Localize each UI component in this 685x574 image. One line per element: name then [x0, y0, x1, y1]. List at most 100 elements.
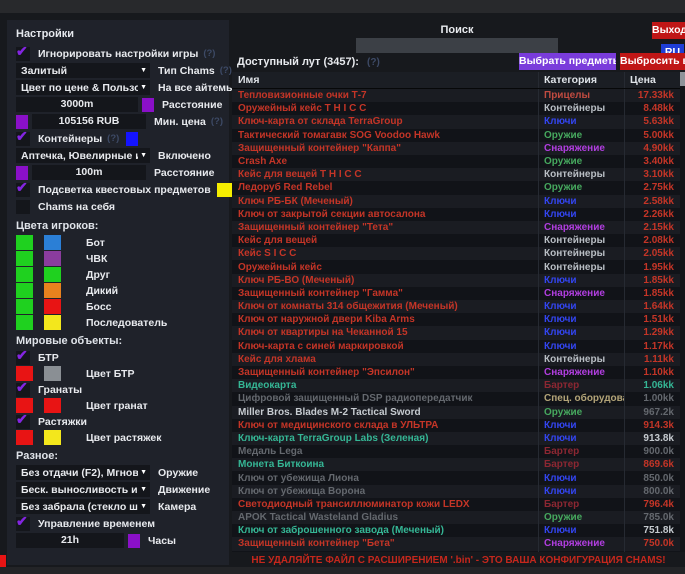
grenade-color-row: Цвет гранат — [16, 398, 223, 413]
table-row[interactable]: Кейс для вещейКонтейнеры2.08kk — [232, 234, 680, 247]
table-row[interactable]: Цифровой защищенный DSP радиопередатчикС… — [232, 392, 680, 405]
table-row[interactable]: Crash AxeОружие3.40kk — [232, 155, 680, 168]
column-header-category[interactable]: Категория — [538, 72, 624, 88]
chams-self-checkbox[interactable] — [16, 200, 30, 214]
grenade-color-swatch-2[interactable] — [44, 398, 61, 413]
btr-color-swatch-2[interactable] — [44, 366, 61, 381]
table-row[interactable]: APOK Tactical Wasteland GladiusОружие785… — [232, 511, 680, 524]
help-icon[interactable]: (?) — [107, 133, 119, 144]
item-price: 1.64kk — [624, 300, 680, 313]
exit-button[interactable]: Выход — [652, 22, 685, 39]
table-row[interactable]: Оружейный кейсКонтейнеры1.95kk — [232, 260, 680, 273]
quest-highlight-color-swatch[interactable] — [217, 183, 232, 197]
table-row[interactable]: Оружейный кейс T H I C CКонтейнеры8.48kk — [232, 102, 680, 115]
table-row[interactable]: Ключ-карта TerraGroup Labs (Зеленая)Ключ… — [232, 432, 680, 445]
item-category: Бартер — [538, 458, 624, 471]
camera-dropdown[interactable]: Без забрала (стекло шлема) ▼ — [16, 499, 150, 514]
table-row[interactable]: Ключ РБ-ВО (Меченый)Ключи1.85kk — [232, 274, 680, 287]
select-kappa-items-button[interactable]: Выбрать предметы каппа — [519, 53, 616, 70]
table-row[interactable]: Защищенный контейнер "Каппа"Снаряжение4.… — [232, 142, 680, 155]
weapon-dropdown[interactable]: Без отдачи (F2), Мгновенное п ▼ — [16, 465, 150, 480]
table-row[interactable]: Ключ от убежища ЛионаКлючи850.0k — [232, 471, 680, 484]
distance-input[interactable]: 3000m — [16, 97, 138, 112]
quest-highlight-row: Подсветка квестовых предметов — [16, 182, 223, 197]
drop-all-button[interactable]: Выбросить все — [620, 53, 685, 70]
table-row[interactable]: Защищенный контейнер "Тета"Снаряжение2.1… — [232, 221, 680, 234]
table-row[interactable]: ВидеокартаБартер1.06kk — [232, 379, 680, 392]
container-distance-color-swatch[interactable] — [16, 166, 28, 180]
item-name: Crash Axe — [232, 155, 538, 168]
table-row[interactable]: Ключ от закрытой секции автосалонаКлючи2… — [232, 208, 680, 221]
table-row[interactable]: Ключ от заброшенного завода (Меченый)Клю… — [232, 524, 680, 537]
table-row[interactable]: Медаль LegaБартер900.0k — [232, 445, 680, 458]
item-name: Защищенный контейнер "Гамма" — [232, 287, 538, 300]
player-color-swatch-1[interactable] — [16, 283, 33, 298]
chams-type-dropdown[interactable]: Залитый ▼ — [16, 63, 150, 78]
grenades-checkbox[interactable] — [16, 383, 30, 397]
column-header-name[interactable]: Имя — [232, 72, 538, 88]
player-color-swatch-2[interactable] — [44, 299, 61, 314]
table-row[interactable]: Ключ РБ-БК (Меченый)Ключи2.58kk — [232, 195, 680, 208]
player-color-swatch-2[interactable] — [44, 235, 61, 250]
search-input[interactable] — [356, 38, 558, 53]
containers-color-swatch[interactable] — [126, 132, 138, 146]
table-row[interactable]: Ключ от наружной двери Kiba ArmsКлючи1.5… — [232, 313, 680, 326]
container-filter-dropdown[interactable]: Аптечка, Ювелирные и... ▼ — [16, 148, 150, 163]
table-row[interactable]: Ключ от убежища ВоронаКлючи800.0k — [232, 485, 680, 498]
table-row[interactable]: Miller Bros. Blades M-2 Tactical SwordОр… — [232, 406, 680, 419]
table-row[interactable]: Защищенный контейнер "Гамма"Снаряжение1.… — [232, 287, 680, 300]
help-icon[interactable]: (?) — [367, 57, 380, 68]
table-row[interactable]: Кейс S I C CКонтейнеры2.05kk — [232, 247, 680, 260]
table-row[interactable]: Ледоруб Red RebelОружие2.75kk — [232, 181, 680, 194]
player-color-swatch-2[interactable] — [44, 283, 61, 298]
table-row[interactable]: Ключ-картаКлючи750.0k — [232, 551, 680, 552]
tripwire-color-swatch-2[interactable] — [44, 430, 61, 445]
table-row[interactable]: Светодиодный трансиллюминатор кожи LEDXБ… — [232, 498, 680, 511]
help-icon[interactable]: (?) — [220, 65, 232, 76]
table-row[interactable]: Ключ от медицинского склада в УЛЬТРАКлюч… — [232, 419, 680, 432]
table-row[interactable]: Тактический томагавк SOG Voodoo HawkОруж… — [232, 129, 680, 142]
column-header-price[interactable]: Цена — [624, 72, 680, 88]
scrollbar-thumb[interactable] — [680, 72, 685, 86]
item-name: Ключ РБ-БК (Меченый) — [232, 195, 538, 208]
table-row[interactable]: Кейс для вещей T H I C CКонтейнеры3.10kk — [232, 168, 680, 181]
player-color-swatch-2[interactable] — [44, 267, 61, 282]
hours-color-swatch[interactable] — [128, 534, 140, 548]
min-price-input[interactable]: 105156 RUB — [32, 114, 146, 129]
table-row[interactable]: Защищенный контейнер "Бета"Снаряжение750… — [232, 537, 680, 550]
table-row[interactable]: Тепловизионные очки Т-7Прицелы17.33kk — [232, 89, 680, 102]
table-row[interactable]: Защищенный контейнер "Эпсилон"Снаряжение… — [232, 366, 680, 379]
table-row[interactable]: Ключ-карта от склада TerraGroupКлючи5.63… — [232, 115, 680, 128]
container-distance-input[interactable]: 100m — [32, 165, 146, 180]
time-control-checkbox[interactable] — [16, 517, 30, 531]
help-icon[interactable]: (?) — [203, 48, 215, 59]
distance-color-swatch[interactable] — [142, 98, 154, 112]
tripwire-color-swatch-1[interactable] — [16, 430, 33, 445]
color-mode-dropdown[interactable]: Цвет по цене & Пользователь ▼ — [16, 80, 150, 95]
tripwires-checkbox[interactable] — [16, 415, 30, 429]
table-row[interactable]: Кейс для хламаКонтейнеры1.11kk — [232, 353, 680, 366]
item-name: Ключ от комнаты 314 общежития (Меченый) — [232, 300, 538, 313]
chevron-down-icon: ▼ — [140, 503, 147, 510]
table-scrollbar[interactable] — [680, 72, 685, 552]
player-color-swatch-2[interactable] — [44, 315, 61, 330]
player-color-swatch-1[interactable] — [16, 235, 33, 250]
min-price-color-swatch[interactable] — [16, 115, 28, 129]
containers-checkbox[interactable] — [16, 132, 30, 146]
player-color-swatch-1[interactable] — [16, 299, 33, 314]
table-row[interactable]: Ключ от комнаты 314 общежития (Меченый)К… — [232, 300, 680, 313]
item-price: 1.95kk — [624, 260, 680, 273]
player-color-swatch-1[interactable] — [16, 251, 33, 266]
table-row[interactable]: Монета БиткоинаБартер869.6k — [232, 458, 680, 471]
hours-input[interactable]: 21h — [16, 533, 124, 548]
player-color-swatch-1[interactable] — [16, 315, 33, 330]
table-row[interactable]: Ключ-карта с синей маркировкойКлючи1.17k… — [232, 340, 680, 353]
help-icon[interactable]: (?) — [211, 116, 223, 127]
player-color-swatch-1[interactable] — [16, 267, 33, 282]
player-color-swatch-2[interactable] — [44, 251, 61, 266]
ignore-game-settings-checkbox[interactable] — [16, 47, 30, 61]
movement-dropdown[interactable]: Беск. выносливость и нет уста ▼ — [16, 482, 150, 497]
table-row[interactable]: Ключ от квартиры на Чеканной 15Ключи1.29… — [232, 326, 680, 339]
quest-highlight-checkbox[interactable] — [16, 183, 30, 197]
btr-checkbox[interactable] — [16, 351, 30, 365]
